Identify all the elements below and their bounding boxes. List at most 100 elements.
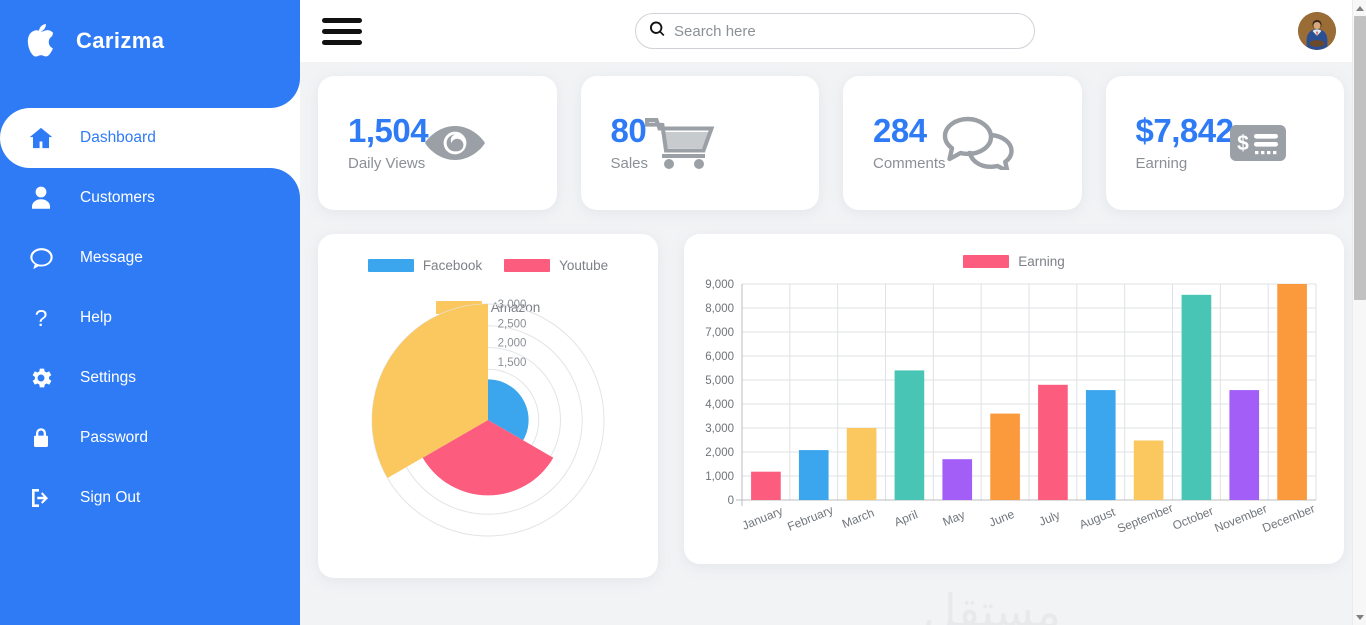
apple-logo-icon (26, 24, 56, 58)
sidebar-item-label: Password (80, 429, 149, 446)
bar-april[interactable] (894, 370, 925, 500)
watermark-arabic: مستقل (923, 584, 1061, 625)
page-scrollbar[interactable] (1352, 0, 1366, 625)
polar-r-tick-label: 2,000 (498, 338, 527, 350)
shopping-cart-icon (644, 114, 718, 172)
scroll-down-arrow-icon[interactable] (1353, 609, 1366, 625)
stat-card-sales[interactable]: 80 Sales (580, 76, 819, 210)
search-box[interactable] (635, 13, 1035, 49)
bar-june[interactable] (990, 413, 1020, 500)
legend-item-facebook[interactable]: Facebook (367, 258, 483, 273)
bar-march[interactable] (846, 428, 877, 500)
x-axis-tick-label: July (1037, 508, 1062, 529)
sidebar-item-dashboard[interactable]: Dashboard (0, 78, 300, 198)
stat-label: Earning (1135, 155, 1188, 173)
bar-chart-legend: Earning (684, 234, 1344, 269)
y-axis-tick-label: 0 (728, 495, 734, 507)
search-icon (649, 20, 665, 42)
chat-bubble-icon (24, 241, 58, 275)
lock-icon (24, 421, 58, 455)
brand[interactable]: Carizma (0, 0, 300, 82)
y-axis-tick-label: 8,000 (705, 303, 734, 315)
sidebar-item-customers[interactable]: Customers (0, 168, 300, 228)
polar-r-tick-label: 3,000 (498, 299, 527, 311)
question-mark-icon: ? (24, 301, 58, 335)
y-axis-tick-label: 7,000 (705, 327, 734, 339)
x-axis-tick-label: April (892, 507, 920, 529)
sidebar-item-sign-out[interactable]: Sign Out (0, 468, 300, 528)
sidebar-item-label: Settings (80, 369, 137, 386)
bar-chart-card: Earning 0 1,000 2,000 3,000 4,000 5,000 6,000 7… (684, 234, 1344, 564)
y-axis-tick-label: 6,000 (705, 351, 734, 363)
sidebar-item-settings[interactable]: Settings (0, 348, 300, 408)
y-axis-tick-label: 9,000 (705, 279, 734, 291)
sidebar-item-label: Message (80, 249, 143, 266)
legend-swatch (963, 255, 1010, 268)
home-icon (24, 121, 58, 155)
user-icon (24, 181, 58, 215)
stat-label: Comments (873, 155, 946, 173)
y-axis-tick-label: 2,000 (705, 447, 734, 459)
legend-item-youtube[interactable]: Youtube (504, 258, 608, 273)
bar-july[interactable] (1038, 384, 1068, 500)
legend-label: Facebook (422, 258, 483, 273)
sidebar-item-password[interactable]: Password (0, 408, 300, 468)
x-axis-tick-label: January (740, 504, 785, 533)
sidebar-item-label: Customers (80, 189, 155, 206)
sidebar-item-label: Sign Out (80, 489, 141, 506)
brand-name: Carizma (76, 28, 165, 53)
x-axis-tick-label: September (1115, 501, 1175, 536)
stat-card-earning[interactable]: $7,842 Earning $ (1105, 76, 1344, 210)
search-input[interactable] (674, 22, 1020, 40)
bar-october[interactable] (1181, 294, 1212, 500)
sidebar-item-help[interactable]: ? Help (0, 288, 300, 348)
bar-november[interactable] (1229, 390, 1260, 500)
polar-r-tick-label: 1,500 (498, 357, 527, 369)
stat-card-comments[interactable]: 284 Comments (843, 76, 1082, 210)
x-axis-tick-label: June (987, 507, 1017, 530)
bar-january[interactable] (751, 471, 781, 500)
x-axis-tick-label: August (1077, 505, 1118, 532)
legend-label: Youtube (559, 258, 609, 273)
hamburger-icon[interactable] (322, 16, 362, 46)
svg-text:?: ? (35, 305, 48, 331)
watermark: مستقل mostaql.com (892, 584, 1092, 625)
search-container (635, 13, 1035, 49)
main-content: 1,504 Daily Views 80 Sales 284 Comments … (300, 62, 1352, 625)
scroll-up-arrow-icon[interactable] (1353, 0, 1366, 16)
sidebar-item-label: Dashboard (80, 129, 156, 146)
svg-text:$: $ (1238, 132, 1250, 155)
stat-value: 1,504 (348, 111, 429, 149)
bar-august[interactable] (1085, 390, 1116, 500)
eye-icon (424, 120, 486, 166)
bar-september[interactable] (1133, 440, 1164, 500)
legend-item-earning[interactable]: Earning (963, 254, 1065, 269)
stat-value: $7,842 (1135, 111, 1234, 149)
bar-december[interactable] (1277, 284, 1307, 500)
avatar[interactable] (1298, 12, 1336, 50)
pill-notch-top (270, 78, 300, 108)
sidebar-nav: Dashboard Customers Message ? Help Setti… (0, 78, 300, 528)
stat-label: Sales (610, 155, 649, 173)
bar-chart: 0 1,000 2,000 3,000 4,000 5,000 6,000 7,000 8,00… (684, 272, 1344, 564)
scrollbar-thumb[interactable] (1354, 16, 1366, 300)
sidebar-item-label: Help (80, 309, 112, 326)
x-axis-tick-label: May (941, 508, 967, 529)
sign-out-icon (24, 481, 58, 515)
x-axis-tick-label: November (1212, 501, 1269, 535)
bar-may[interactable] (942, 459, 973, 500)
stat-card-daily-views[interactable]: 1,504 Daily Views (318, 76, 557, 210)
comments-icon (942, 116, 1016, 170)
stat-label: Daily Views (348, 155, 426, 173)
y-axis-tick-label: 1,000 (705, 471, 734, 483)
y-axis-tick-label: 5,000 (705, 375, 734, 387)
polar-r-tick-label: 2,500 (498, 318, 527, 330)
bar-february[interactable] (798, 450, 829, 500)
y-axis-tick-label: 4,000 (705, 399, 734, 411)
x-axis-tick-label: March (840, 506, 876, 531)
sidebar-item-message[interactable]: Message (0, 228, 300, 288)
gear-icon (24, 361, 58, 395)
sidebar: Carizma Dashboard Customers Message ? He… (0, 0, 300, 625)
stat-value: 80 (610, 111, 647, 149)
stat-value: 284 (873, 111, 927, 149)
